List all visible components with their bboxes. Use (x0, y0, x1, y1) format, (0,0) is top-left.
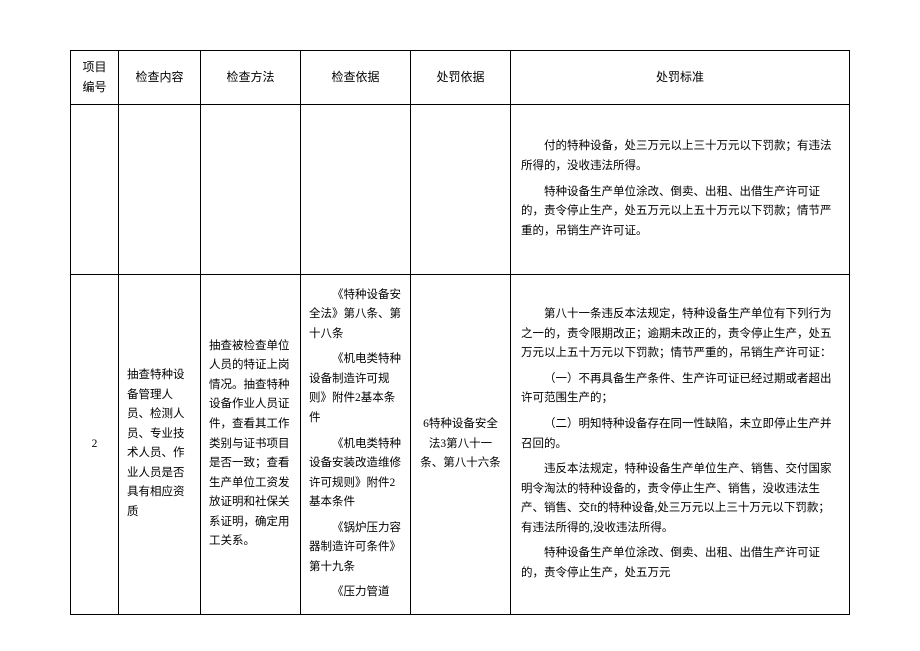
table-header-row: 项目编号 检查内容 检查方法 检查依据 处罚依据 处罚标准 (71, 51, 850, 105)
header-method: 检查方法 (201, 51, 301, 105)
basis-paragraph: 《压力管道 (309, 583, 402, 603)
inspection-table: 项目编号 检查内容 检查方法 检查依据 处罚依据 处罚标准 付的特种设备，处三万… (70, 50, 850, 615)
cell-penalty-basis (411, 104, 511, 274)
table-row: 付的特种设备，处三万元以上三十万元以下罚款；有违法所得的，没收违法所得。 特种设… (71, 104, 850, 274)
table-row: 2 抽查特种设备管理人员、检测人员、专业技术人员、作业人员是否具有相应资质 抽查… (71, 274, 850, 614)
header-penalty-std: 处罚标准 (511, 51, 850, 105)
std-paragraph: （一）不再具备生产条件、生产许可证已经过期或者超出许可范围生产的； (521, 370, 839, 409)
basis-paragraph: 《机电类特种设备制造许可规则》附件2基本条件 (309, 350, 402, 428)
std-paragraph: 特种设备生产单位涂改、倒卖、出租、出借生产许可证的，责令停止生产，处五万元 (521, 544, 839, 583)
cell-penalty-std: 付的特种设备，处三万元以上三十万元以下罚款；有违法所得的，没收违法所得。 特种设… (511, 104, 850, 274)
cell-basis: 《特种设备安全法》第八条、第十八条 《机电类特种设备制造许可规则》附件2基本条件… (301, 274, 411, 614)
cell-method: 抽查被检查单位人员的特证上岗情况。抽查特种设备作业人员证件，查看其工作类别与证书… (201, 274, 301, 614)
header-basis: 检查依据 (301, 51, 411, 105)
std-paragraph: 违反本法规定，特种设备生产单位生产、销售、交付国家明令淘汰的特种设备的，责令停止… (521, 460, 839, 538)
std-paragraph: 第八十一条违反本法规定，特种设备生产单位有下列行为之一的，责令限期改正；逾期未改… (521, 305, 839, 364)
header-penalty-basis: 处罚依据 (411, 51, 511, 105)
cell-content: 抽查特种设备管理人员、检测人员、专业技术人员、作业人员是否具有相应资质 (119, 274, 201, 614)
cell-basis (301, 104, 411, 274)
cell-content (119, 104, 201, 274)
std-paragraph: 特种设备生产单位涂改、倒卖、出租、出借生产许可证的，责令停止生产，处五万元以上五… (521, 183, 839, 242)
basis-paragraph: 《特种设备安全法》第八条、第十八条 (309, 286, 402, 345)
basis-paragraph: 《锅炉压力容器制造许可条件》第十九条 (309, 519, 402, 578)
std-paragraph: 付的特种设备，处三万元以上三十万元以下罚款；有违法所得的，没收违法所得。 (521, 137, 839, 176)
header-no: 项目编号 (71, 51, 119, 105)
std-paragraph: （二）明知特种设备存在同一性缺陷，未立即停止生产并召回的。 (521, 415, 839, 454)
header-content: 检查内容 (119, 51, 201, 105)
cell-method (201, 104, 301, 274)
basis-paragraph: 《机电类特种设备安装改造维修许可规则》附件2基本条件 (309, 435, 402, 513)
cell-penalty-std: 第八十一条违反本法规定，特种设备生产单位有下列行为之一的，责令限期改正；逾期未改… (511, 274, 850, 614)
cell-no: 2 (71, 274, 119, 614)
cell-no (71, 104, 119, 274)
cell-penalty-basis: 6特种设备安全法3第八十一条、第八十六条 (411, 274, 511, 614)
